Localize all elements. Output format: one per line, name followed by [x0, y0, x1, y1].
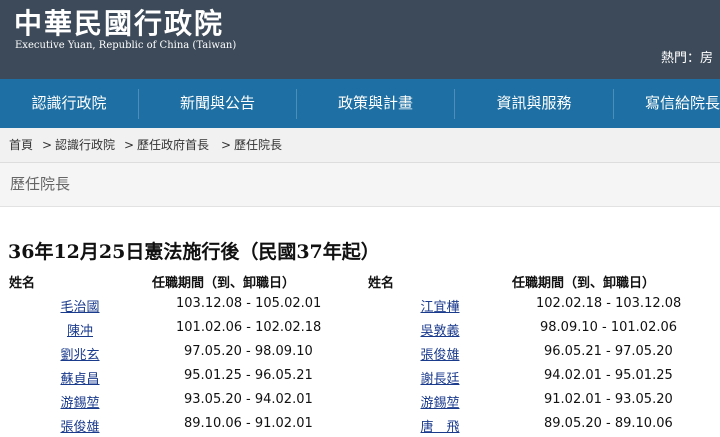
nav-item-policy[interactable]: 政策與計畫: [297, 79, 454, 128]
site-title[interactable]: 中華民國行政院: [14, 2, 224, 42]
term-period: 95.01.25 - 96.05.21: [184, 368, 313, 383]
premier-name-link[interactable]: 張俊雄: [410, 344, 470, 363]
nav-item-mail[interactable]: 寫信給院長: [645, 79, 720, 128]
premier-name-link[interactable]: 游錫堃: [410, 392, 470, 411]
premier-name-link[interactable]: 張俊雄: [50, 416, 110, 435]
breadcrumb-separator: >: [124, 138, 135, 152]
column-header-term: 任職期間（到、卸職日）: [152, 276, 296, 291]
term-period: 93.05.20 - 94.02.01: [184, 392, 313, 407]
term-period: 91.02.01 - 93.05.20: [544, 392, 673, 407]
premier-name-link[interactable]: 劉兆玄: [50, 344, 110, 363]
nav-item-services[interactable]: 資訊與服務: [455, 79, 613, 128]
column-header-name: 姓名: [9, 276, 36, 291]
term-period: 102.02.18 - 103.12.08: [536, 296, 682, 311]
hot-topics-label[interactable]: 熱門：房: [661, 47, 713, 66]
column-header-term: 任職期間（到、卸職日）: [512, 276, 656, 291]
premier-name-link[interactable]: 吳敦義: [410, 320, 470, 339]
main-nav: 認識行政院 新聞與公告 政策與計畫 資訊與服務 寫信給院長: [0, 79, 720, 128]
breadcrumb-heads[interactable]: 歷任政府首長: [137, 128, 209, 162]
premier-name-link[interactable]: 蘇貞昌: [50, 368, 110, 387]
nav-item-news[interactable]: 新聞與公告: [139, 79, 296, 128]
term-period: 101.02.06 - 102.02.18: [176, 320, 322, 335]
premier-name-link[interactable]: 陳冲: [50, 320, 110, 339]
nav-divider: [613, 89, 614, 119]
nav-item-about[interactable]: 認識行政院: [0, 79, 138, 128]
term-period: 96.05.21 - 97.05.20: [544, 344, 673, 359]
premier-name-link[interactable]: 唐 飛: [410, 416, 470, 435]
page-title: 歷任院長: [10, 175, 71, 193]
breadcrumb-separator: >: [221, 138, 232, 152]
premier-name-link[interactable]: 毛治國: [50, 296, 110, 315]
term-period: 98.09.10 - 101.02.06: [540, 320, 678, 335]
term-period: 94.02.01 - 95.01.25: [544, 368, 673, 383]
section-title: 36年12月25日憲法施行後（民國37年起）: [8, 241, 380, 263]
site-subtitle: Executive Yuan, Republic of China (Taiwa…: [15, 40, 237, 51]
page-title-bar: 歷任院長: [0, 163, 720, 207]
breadcrumb: 首頁 > 認識行政院 > 歷任政府首長 > 歷任院長: [0, 128, 720, 163]
breadcrumb-separator: >: [42, 138, 53, 152]
site-header: 中華民國行政院 Executive Yuan, Republic of Chin…: [0, 0, 720, 79]
term-period: 97.05.20 - 98.09.10: [184, 344, 313, 359]
term-period: 89.05.20 - 89.10.06: [544, 416, 673, 431]
breadcrumb-about[interactable]: 認識行政院: [55, 128, 115, 162]
breadcrumb-home[interactable]: 首頁: [9, 128, 33, 162]
breadcrumb-current: 歷任院長: [234, 138, 283, 152]
term-period: 89.10.06 - 91.02.01: [184, 416, 313, 431]
term-period: 103.12.08 - 105.02.01: [176, 296, 322, 311]
premier-name-link[interactable]: 江宜樺: [410, 296, 470, 315]
premier-name-link[interactable]: 游錫堃: [50, 392, 110, 411]
column-header-name: 姓名: [368, 276, 395, 291]
premier-name-link[interactable]: 謝長廷: [410, 368, 470, 387]
